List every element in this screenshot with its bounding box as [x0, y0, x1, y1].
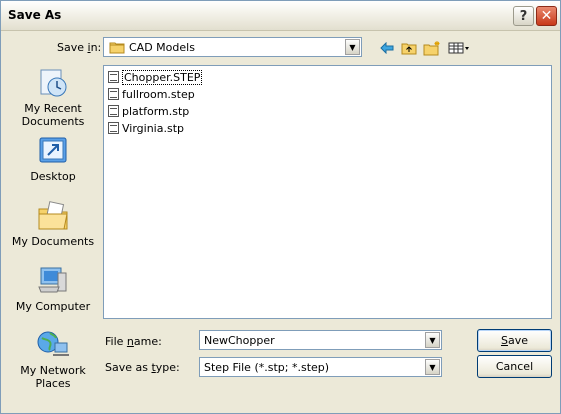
place-label: My Recent — [24, 102, 82, 115]
save-button[interactable]: Save — [477, 329, 552, 352]
close-button[interactable]: ✕ — [536, 6, 557, 26]
file-name: platform.stp — [122, 104, 190, 118]
step-file-icon — [108, 88, 119, 100]
place-label: My Network — [20, 364, 86, 377]
title-bar[interactable]: Save As ? ✕ — [1, 1, 560, 31]
place-my-recent-documents[interactable]: My Recent Documents — [7, 67, 99, 128]
back-button[interactable] — [378, 39, 396, 57]
file-name-input[interactable]: NewChopper ▼ — [199, 330, 442, 350]
save-as-dialog: Save As ? ✕ Save in: CAD Models ▼ My Rec… — [0, 0, 561, 414]
file-item[interactable]: Virginia.stp — [108, 120, 184, 136]
step-file-icon — [108, 105, 119, 117]
close-icon: ✕ — [540, 8, 553, 24]
place-my-documents[interactable]: My Documents — [7, 200, 99, 248]
my-computer-icon — [36, 265, 70, 297]
place-desktop[interactable]: Desktop — [7, 135, 99, 183]
file-item[interactable]: fullroom.step — [108, 86, 195, 102]
file-list[interactable]: Chopper.STEP fullroom.step platform.stp … — [103, 65, 552, 319]
up-folder-button[interactable] — [400, 39, 418, 57]
desktop-icon — [36, 135, 70, 167]
place-label: Desktop — [30, 170, 76, 183]
recent-documents-icon — [36, 67, 70, 99]
place-label-line2: Places — [35, 377, 71, 390]
new-folder-button[interactable] — [423, 39, 441, 57]
save-in-dropdown[interactable]: CAD Models ▼ — [103, 37, 362, 57]
file-item[interactable]: platform.stp — [108, 103, 189, 119]
file-item[interactable]: Chopper.STEP — [108, 69, 203, 85]
file-name: Chopper.STEP — [122, 69, 203, 85]
chevron-down-icon[interactable]: ▼ — [345, 39, 360, 55]
place-label: My Documents — [11, 235, 95, 248]
network-places-icon — [36, 329, 70, 361]
chevron-down-icon[interactable]: ▼ — [425, 332, 440, 348]
chevron-down-icon[interactable]: ▼ — [425, 359, 440, 375]
save-in-value: CAD Models — [129, 41, 195, 54]
file-name-label: File name: — [105, 335, 162, 348]
place-label: My Computer — [15, 300, 91, 313]
save-as-type-dropdown[interactable]: Step File (*.stp; *.step) ▼ — [199, 357, 442, 377]
save-as-type-value: Step File (*.stp; *.step) — [204, 361, 330, 374]
folder-icon — [109, 41, 125, 57]
step-file-icon — [108, 122, 119, 134]
save-as-type-label: Save as type: — [105, 361, 180, 374]
back-arrow-icon — [380, 42, 394, 54]
views-menu-button[interactable] — [447, 39, 471, 57]
place-my-network-places[interactable]: My Network Places — [7, 329, 99, 390]
place-my-computer[interactable]: My Computer — [7, 265, 99, 313]
place-label-line2: Documents — [21, 115, 85, 128]
up-folder-icon — [401, 43, 417, 55]
step-file-icon — [108, 71, 119, 83]
cancel-button[interactable]: Cancel — [477, 355, 552, 378]
help-button[interactable]: ? — [513, 6, 534, 26]
save-in-label: Save in: — [57, 41, 102, 54]
window-title: Save As — [8, 8, 62, 22]
views-icon — [448, 42, 469, 54]
new-folder-icon — [423, 41, 440, 56]
my-documents-icon — [36, 200, 70, 232]
file-name: Virginia.stp — [122, 121, 184, 135]
help-icon: ? — [519, 8, 528, 24]
file-name-value: NewChopper — [204, 334, 275, 347]
places-bar: My Recent Documents Desktop My Documents… — [7, 63, 97, 393]
file-name: fullroom.step — [122, 87, 195, 101]
